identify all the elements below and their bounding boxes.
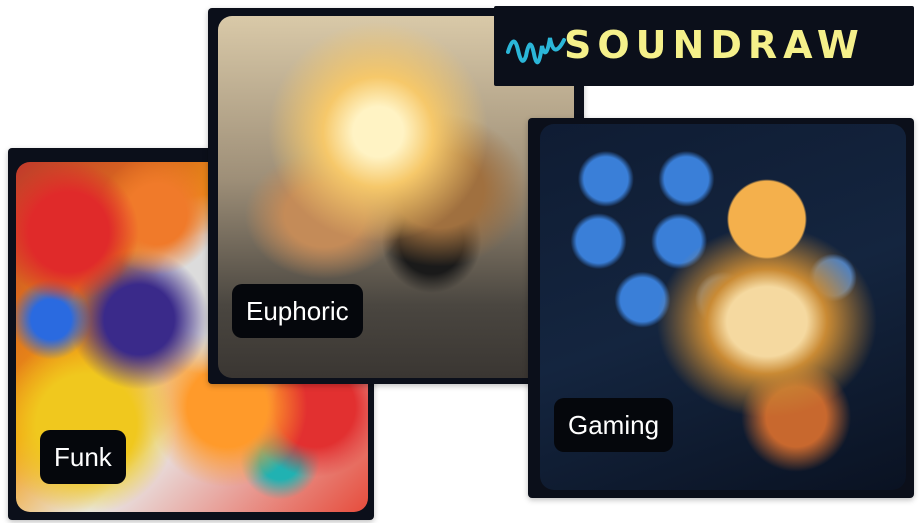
genre-label-gaming: Gaming: [554, 398, 674, 452]
logo-wordmark: SOUNDRAW: [564, 23, 865, 67]
soundraw-logo: SOUNDRAW: [494, 6, 914, 86]
soundwave-logo-icon: [506, 37, 566, 65]
genre-label-funk: Funk: [40, 430, 126, 484]
genre-card-gaming[interactable]: Gaming: [528, 118, 914, 498]
genre-label-euphoric: Euphoric: [232, 284, 363, 338]
